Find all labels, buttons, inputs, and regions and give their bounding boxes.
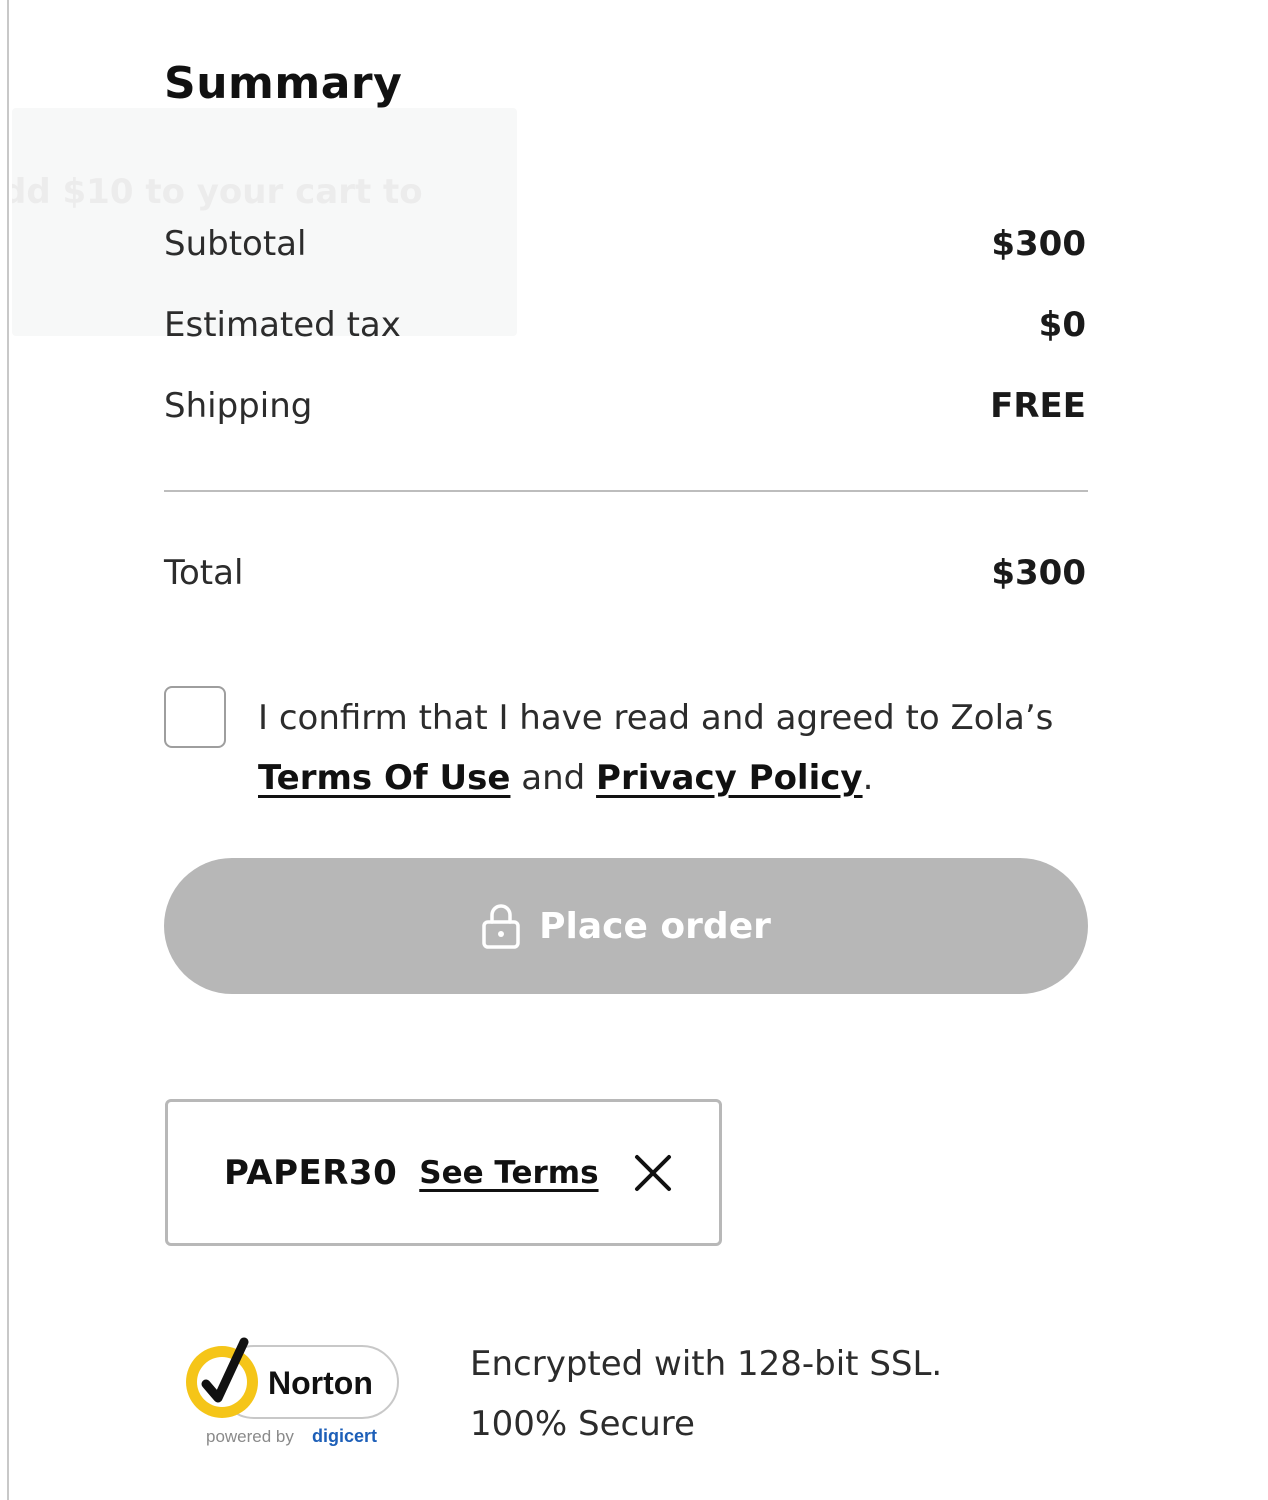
place-order-label: Place order [539,905,771,947]
norton-logo: Norton powered by digicert [186,1337,399,1446]
terms-confirmation-text: I confirm that I have read and agreed to… [258,688,1058,808]
estimated-tax-label: Estimated tax [164,305,401,345]
order-summary-page: dd $10 to your cart to Summary Subtotal … [0,0,1268,1500]
terms-of-use-link[interactable]: Terms Of Use [258,758,510,798]
security-message: Encrypted with 128-bit SSL. 100% Secure [470,1334,942,1454]
norton-brand-text: Norton [268,1365,373,1401]
estimated-tax-row: Estimated tax $0 [164,300,1086,350]
left-divider [7,0,9,1500]
promo-banner-text: dd $10 to your cart to [12,172,423,212]
total-value: $300 [991,553,1086,593]
secure-percentage-text: 100% Secure [470,1404,695,1444]
subtotal-row: Subtotal $300 [164,219,1086,269]
lock-icon [481,902,521,950]
digicert-brand-text: digicert [312,1426,377,1446]
confirm-text-middle: and [510,758,597,798]
terms-checkbox[interactable] [164,686,226,748]
shipping-label: Shipping [164,386,313,426]
ssl-encryption-text: Encrypted with 128-bit SSL. [470,1344,943,1384]
summary-divider [164,490,1088,492]
promo-code-text: PAPER30 [224,1152,398,1193]
norton-powered-by: powered by [206,1427,294,1446]
subtotal-value: $300 [991,224,1086,264]
norton-seal: Norton powered by digicert [178,1328,404,1452]
total-label: Total [164,553,244,593]
applied-promo-code: PAPER30 See Terms [165,1099,722,1246]
subtotal-label: Subtotal [164,224,307,264]
see-terms-link[interactable]: See Terms [419,1155,598,1191]
confirm-text-after: . [862,758,874,798]
shipping-row: Shipping FREE [164,381,1086,431]
place-order-button[interactable]: Place order [164,858,1088,994]
close-icon[interactable] [633,1153,673,1193]
shipping-value: FREE [990,386,1086,426]
confirm-text-before: I confirm that I have read and agreed to… [258,698,1054,738]
summary-title: Summary [164,58,403,109]
privacy-policy-link[interactable]: Privacy Policy [596,758,863,798]
estimated-tax-value: $0 [1038,305,1086,345]
total-row: Total $300 [164,548,1086,598]
